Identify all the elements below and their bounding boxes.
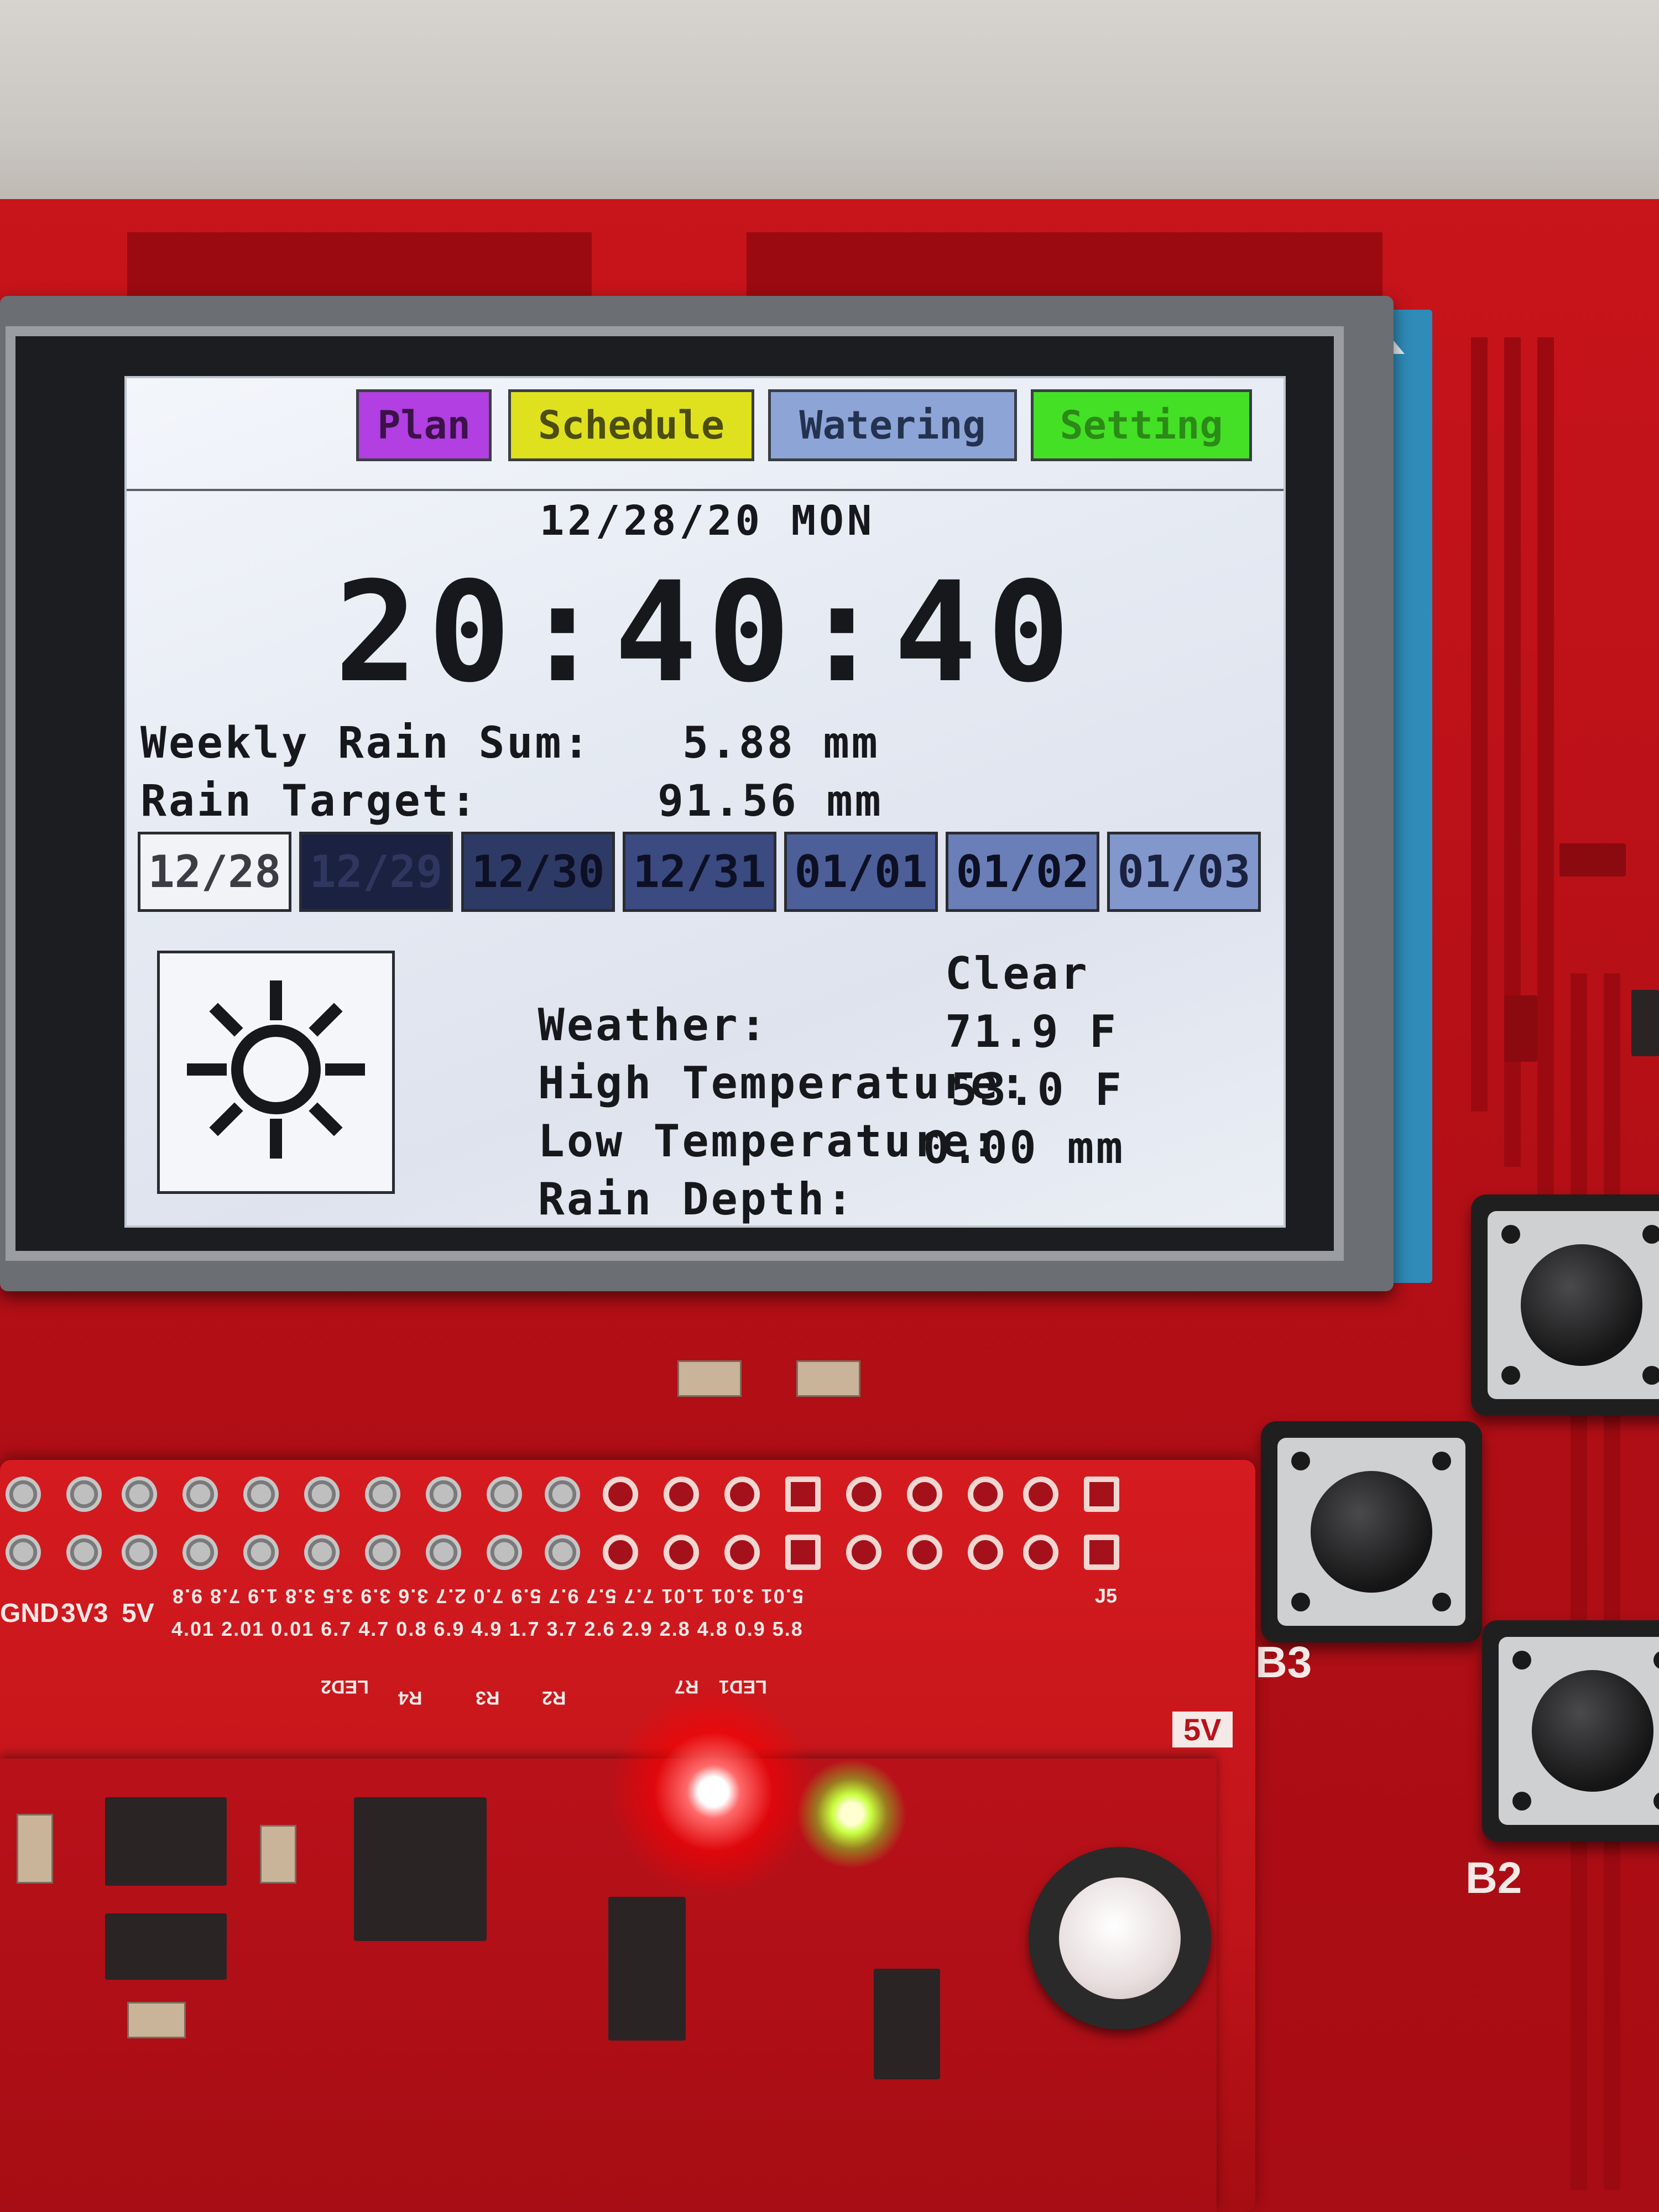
- day-button[interactable]: 12/29: [299, 832, 453, 912]
- rain-target-label: Rain Target:: [140, 776, 479, 826]
- button-label-b2: B2: [1465, 1853, 1522, 1902]
- tab-bar: Plan Schedule Watering Setting: [127, 378, 1284, 491]
- day-button[interactable]: 01/01: [784, 832, 938, 912]
- led-red: [608, 1687, 818, 1897]
- tact-button-b2[interactable]: [1482, 1620, 1659, 1841]
- sun-icon: [187, 980, 365, 1159]
- rain-depth-value: 0.00 mm: [923, 1122, 1125, 1173]
- pin-label-5v: 5V: [122, 1599, 154, 1628]
- tab-setting[interactable]: Setting: [1031, 389, 1252, 461]
- day-button[interactable]: 12/31: [623, 832, 776, 912]
- label-5v-right: 5V: [1172, 1712, 1233, 1747]
- bottom-board: [0, 1759, 1217, 2212]
- led-green: [796, 1759, 907, 1869]
- weekly-rain-label: Weekly Rain Sum:: [140, 718, 592, 768]
- rain-depth-label: Rain Depth:: [538, 1173, 855, 1225]
- tab-plan[interactable]: Plan: [356, 389, 492, 461]
- pin-row-bottom-labels: 4.01 2.01 0.01 6.7 4.7 0.8 6.9 4.9 1.7 3…: [171, 1618, 804, 1640]
- day-selector: 12/28 12/29 12/30 12/31 01/01 01/02 01/0…: [138, 832, 1277, 915]
- pin-row-top-labels: 5.01 3.01 1.01 7.7 5.7 9.7 5.9 7.0 2.7 3…: [171, 1585, 804, 1608]
- label-led2: LED2: [321, 1676, 369, 1697]
- header-label-j5: J5: [1095, 1584, 1118, 1607]
- rain-depth-row: Rain Depth: 0.00 mm: [422, 1122, 1123, 1328]
- lcd-screen: Plan Schedule Watering Setting 12/28/20 …: [124, 376, 1286, 1228]
- pin-label-gnd: GND: [0, 1599, 59, 1628]
- weekly-rain-value: 5.88 mm: [682, 718, 880, 768]
- tab-watering[interactable]: Watering: [768, 389, 1017, 461]
- tact-button-top[interactable]: [1471, 1194, 1659, 1416]
- label-r3: R3: [476, 1687, 500, 1708]
- weekly-rain-row: Weekly Rain Sum: 5.88 mm: [140, 718, 878, 768]
- day-button[interactable]: 12/28: [138, 832, 291, 912]
- low-temp-value: 53.0 F: [951, 1064, 1124, 1115]
- day-button[interactable]: 01/02: [946, 832, 1099, 912]
- day-button[interactable]: 01/03: [1107, 832, 1261, 912]
- high-temp-value: 71.9 F: [945, 1006, 1118, 1057]
- tact-button-b3[interactable]: [1261, 1421, 1482, 1642]
- button-label-b3: B3: [1255, 1637, 1312, 1687]
- label-r2: R2: [542, 1687, 566, 1708]
- tab-schedule[interactable]: Schedule: [508, 389, 754, 461]
- pin-label-3v3: 3V3: [61, 1599, 108, 1628]
- day-button[interactable]: 12/30: [461, 832, 615, 912]
- current-date: 12/28/20 MON: [539, 497, 875, 545]
- rain-target-row: Rain Target: 91.56 mm: [140, 776, 881, 826]
- background-wall: [0, 0, 1659, 232]
- weather-icon-box: [157, 951, 395, 1194]
- joystick[interactable]: [1029, 1847, 1211, 2030]
- weather-condition-value: Clear: [945, 948, 1089, 999]
- current-time: 20:40:40: [334, 552, 1081, 713]
- rain-target-value: 91.56 mm: [658, 776, 883, 826]
- label-r4: R4: [398, 1687, 422, 1708]
